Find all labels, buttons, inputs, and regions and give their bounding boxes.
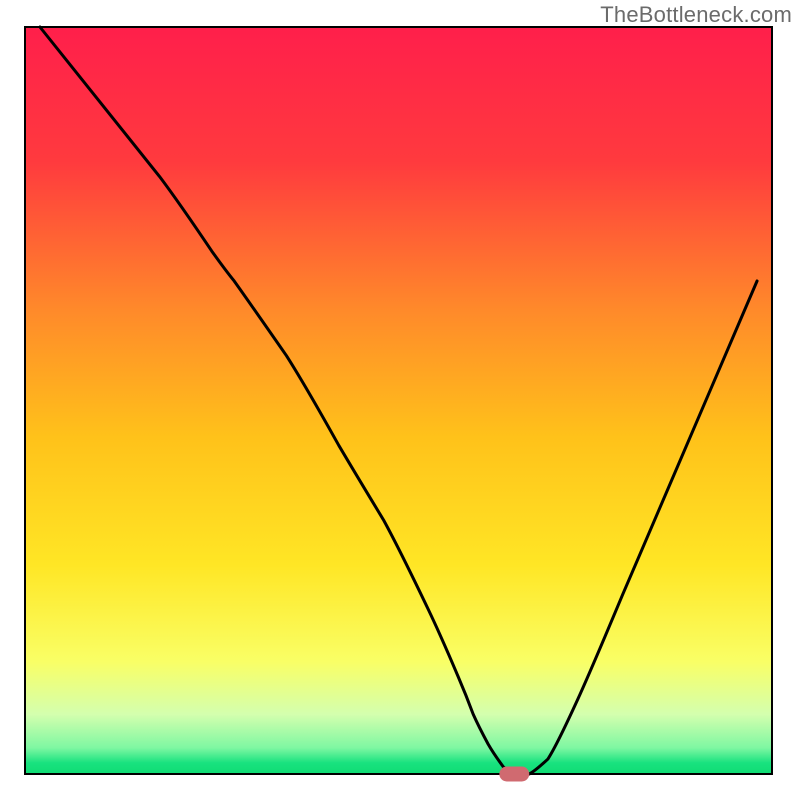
chart-background	[25, 27, 772, 774]
chart-container: TheBottleneck.com	[0, 0, 800, 800]
watermark-text: TheBottleneck.com	[600, 2, 792, 28]
optimal-marker	[499, 767, 529, 782]
bottleneck-chart	[0, 0, 800, 800]
